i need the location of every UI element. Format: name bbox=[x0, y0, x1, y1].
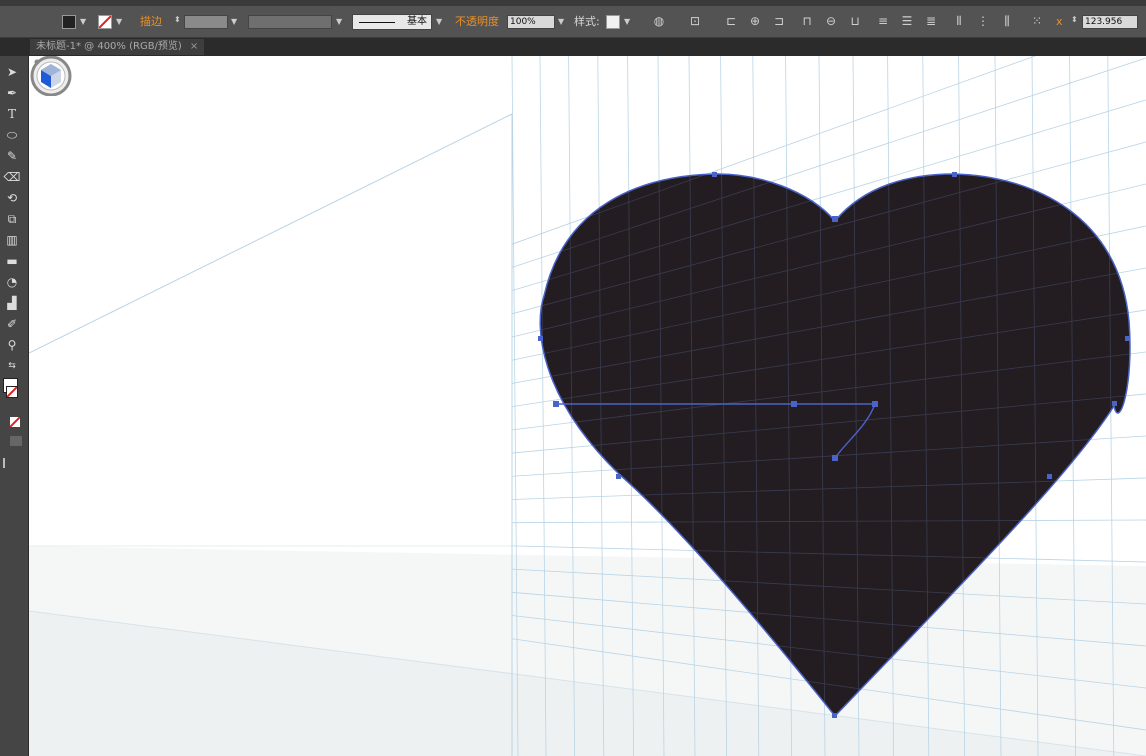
anchor-point[interactable] bbox=[1112, 401, 1117, 406]
anchor-point[interactable] bbox=[538, 336, 543, 341]
graph-tool-icon[interactable]: ▥ bbox=[3, 232, 21, 249]
pencil-tool-icon[interactable]: ✎ bbox=[3, 148, 21, 165]
anchor-point[interactable] bbox=[832, 455, 838, 461]
blend-tool-icon[interactable]: ◔ bbox=[3, 274, 21, 291]
free-transform-tool-icon[interactable]: ⧉ bbox=[3, 211, 21, 228]
distribute-left-icon[interactable]: ⫴ bbox=[952, 14, 966, 28]
align-top-icon[interactable]: ⊓ bbox=[800, 14, 814, 28]
x-coordinate-label[interactable]: x bbox=[1056, 15, 1063, 29]
variable-width-profile-field[interactable] bbox=[248, 15, 332, 29]
opacity-dropdown-icon[interactable]: ▼ bbox=[558, 17, 564, 26]
artboard-canvas[interactable] bbox=[29, 56, 1146, 756]
swap-colors-icon[interactable]: ⇆ bbox=[3, 358, 21, 375]
anchor-point[interactable] bbox=[1047, 474, 1052, 479]
screen-mode-button[interactable] bbox=[3, 458, 5, 468]
zoom-tool-icon[interactable]: ⚲ bbox=[3, 337, 21, 354]
pen-tool-icon[interactable]: ✒ bbox=[3, 85, 21, 102]
anchor-point[interactable] bbox=[832, 713, 837, 718]
control-bar: ▼ ▼ 描边 ⬍ ▼ ▼ 基本 ▼ 不透明度 100% ▼ 样式: ▼ ◍ ⊡ … bbox=[0, 6, 1146, 38]
selection-tool-icon[interactable]: ➤ bbox=[3, 64, 21, 81]
perspective-grid-artwork bbox=[29, 56, 1146, 756]
distribute-right-icon[interactable]: ⫼ bbox=[1000, 14, 1014, 28]
anchor-point[interactable] bbox=[553, 401, 559, 407]
stroke-label[interactable]: 描边 bbox=[140, 15, 162, 29]
eyedropper-tool-icon[interactable]: ✐ bbox=[3, 316, 21, 333]
stroke-weight-stepper-icon[interactable]: ⬍ bbox=[174, 15, 181, 24]
none-color-button[interactable] bbox=[10, 417, 20, 427]
brush-definition-box[interactable]: 基本 bbox=[352, 14, 432, 30]
none-icon bbox=[10, 417, 20, 427]
document-tab-title: 未标题-1* @ 400% (RGB/预览) bbox=[36, 41, 182, 52]
type-tool-icon[interactable]: T bbox=[3, 106, 21, 123]
draw-mode-button[interactable] bbox=[10, 436, 22, 446]
anchor-point[interactable] bbox=[832, 216, 838, 222]
plane-switching-widget-icon[interactable] bbox=[29, 56, 73, 96]
align-left-icon[interactable]: ⊏ bbox=[724, 14, 738, 28]
variable-width-dropdown-icon[interactable]: ▼ bbox=[336, 17, 342, 26]
brush-definition-label: 基本 bbox=[407, 16, 427, 27]
opacity-label[interactable]: 不透明度 bbox=[455, 15, 499, 29]
stroke-color-chip[interactable] bbox=[6, 386, 18, 398]
distribute-bottom-icon[interactable]: ≣ bbox=[924, 14, 938, 28]
align-bottom-icon[interactable]: ⊔ bbox=[848, 14, 862, 28]
brush-dropdown-icon[interactable]: ▼ bbox=[436, 17, 442, 26]
graphic-style-swatch[interactable] bbox=[606, 15, 620, 29]
opacity-field[interactable]: 100% bbox=[507, 15, 555, 29]
anchor-point[interactable] bbox=[952, 172, 957, 177]
close-tab-icon[interactable]: × bbox=[190, 41, 198, 52]
fill-color-swatch[interactable] bbox=[62, 15, 76, 29]
align-vertical-center-icon[interactable]: ⊖ bbox=[824, 14, 838, 28]
stroke-weight-dropdown-icon[interactable]: ▼ bbox=[231, 17, 237, 26]
graphic-style-dropdown-icon[interactable]: ▼ bbox=[624, 17, 630, 26]
anchor-point[interactable] bbox=[1125, 336, 1130, 341]
column-graph-tool-icon[interactable]: ▟ bbox=[3, 295, 21, 312]
recolor-artwork-icon[interactable]: ◍ bbox=[652, 14, 666, 28]
ellipse-tool-icon[interactable]: ⬭ bbox=[3, 127, 21, 144]
align-to-icon[interactable]: ⊡ bbox=[688, 14, 702, 28]
anchor-point[interactable] bbox=[712, 172, 717, 177]
reference-point-icon[interactable]: ⁙ bbox=[1030, 14, 1044, 28]
horizon-guide-left bbox=[29, 113, 513, 354]
anchor-point[interactable] bbox=[616, 474, 621, 479]
style-label: 样式: bbox=[574, 15, 600, 28]
anchor-point[interactable] bbox=[791, 401, 797, 407]
eraser-tool-icon[interactable]: ⌫ bbox=[3, 169, 21, 186]
document-tab[interactable]: 未标题-1* @ 400% (RGB/预览) × bbox=[30, 39, 205, 55]
stroke-dropdown-icon[interactable]: ▼ bbox=[116, 17, 122, 26]
stroke-weight-field[interactable] bbox=[184, 15, 228, 29]
distribute-center-icon[interactable]: ☰ bbox=[900, 14, 914, 28]
anchor-point[interactable] bbox=[872, 401, 878, 407]
stroke-none-swatch[interactable] bbox=[98, 15, 112, 29]
stroke-none-icon bbox=[7, 387, 17, 397]
brush-stroke-preview bbox=[359, 22, 395, 23]
x-coordinate-stepper-icon[interactable]: ⬍ bbox=[1071, 15, 1078, 24]
x-coordinate-field[interactable]: 123.956 bbox=[1082, 15, 1138, 29]
gradient-tool-icon[interactable]: ▬ bbox=[3, 253, 21, 270]
distribute-horizontal-center-icon[interactable]: ⋮ bbox=[976, 14, 990, 28]
tools-panel: ➤ ✒ T ⬭ ✎ ⌫ ⟲ ⧉ ▥ ▬ ◔ ▟ ✐ ⚲ ⇆ bbox=[0, 56, 28, 756]
align-horizontal-center-icon[interactable]: ⊕ bbox=[748, 14, 762, 28]
align-right-icon[interactable]: ⊐ bbox=[772, 14, 786, 28]
fill-dropdown-icon[interactable]: ▼ bbox=[80, 17, 86, 26]
none-slash-icon bbox=[99, 16, 111, 28]
rotate-tool-icon[interactable]: ⟲ bbox=[3, 190, 21, 207]
distribute-top-icon[interactable]: ≡ bbox=[876, 14, 890, 28]
